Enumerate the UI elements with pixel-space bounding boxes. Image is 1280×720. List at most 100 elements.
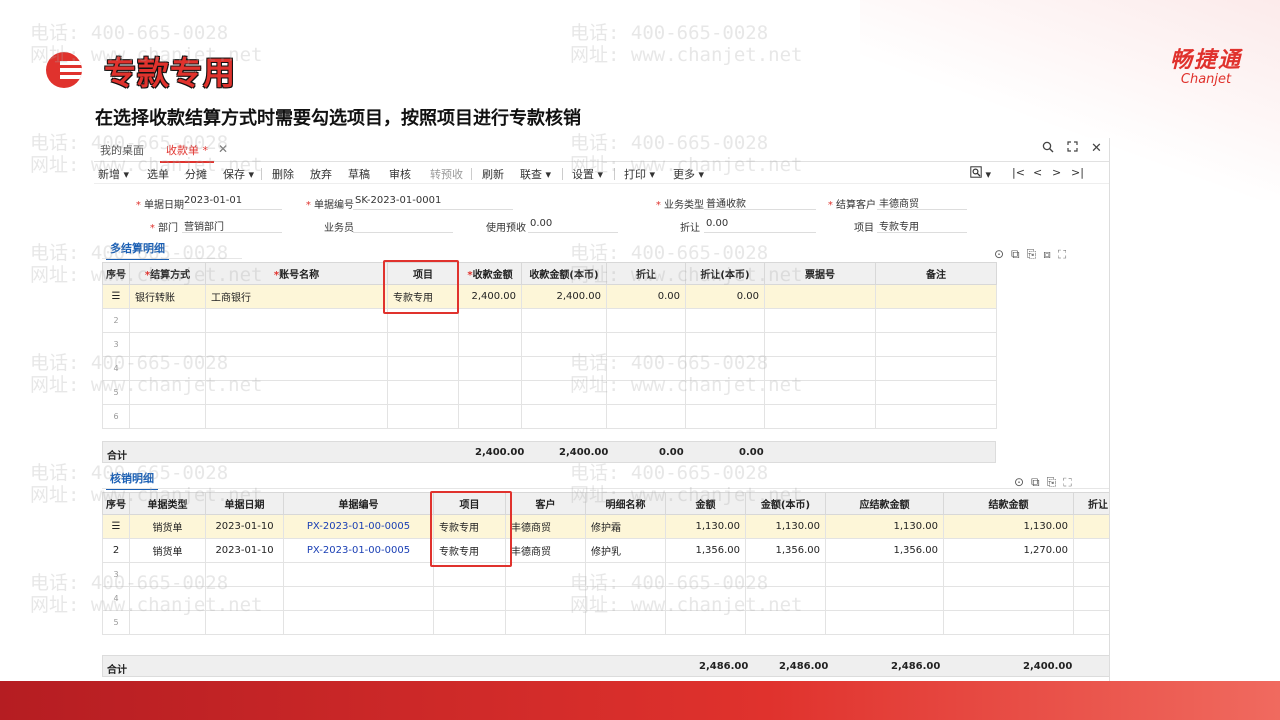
table-row[interactable]: 3 xyxy=(102,562,1109,587)
staff-field[interactable] xyxy=(353,218,453,233)
project-cell[interactable]: 专款专用 xyxy=(433,538,506,563)
item-name-cell[interactable]: 修护乳 xyxy=(585,538,666,563)
view-search-icon[interactable]: ▾ xyxy=(970,166,991,181)
doc-code-link[interactable]: PX-2023-01-00-0005 xyxy=(283,514,434,539)
doc-date-cell[interactable]: 2023-01-10 xyxy=(205,514,284,539)
last-record-icon[interactable]: >| xyxy=(1071,166,1084,179)
col-header: 客户 xyxy=(505,492,586,515)
table-row[interactable]: 4 xyxy=(102,356,997,381)
bill-no-cell[interactable] xyxy=(764,284,876,309)
settled-amount-cell[interactable]: 1,130.00 xyxy=(943,514,1074,539)
project-field[interactable]: 专款专用 xyxy=(877,218,967,233)
dept-field[interactable]: 营销部门 xyxy=(182,218,282,233)
table-row[interactable]: ☰ 银行转账 工商银行 专款专用 2,400.00 2,400.00 0.00 … xyxy=(102,284,997,309)
discount-field[interactable]: 0.00 xyxy=(704,218,816,233)
biz-type-field[interactable]: 普通收款 xyxy=(704,195,816,210)
more-button[interactable]: 更多 ▾ xyxy=(673,166,704,182)
customer-cell[interactable]: 丰德商贸 xyxy=(505,514,586,539)
refresh-button[interactable]: 刷新 xyxy=(482,166,504,182)
amount-cell[interactable]: 1,130.00 xyxy=(665,514,746,539)
table-row[interactable]: 4 xyxy=(102,586,1109,611)
settlement-grid: 序号 *结算方式 *账号名称 项目 *收款金额 收款金额(本币) 折让 折让(本… xyxy=(102,262,997,429)
search-icon[interactable] xyxy=(1042,141,1054,157)
col-header: 折让 xyxy=(606,262,686,285)
save-button[interactable]: 保存 ▾ xyxy=(223,166,254,182)
tab-desktop[interactable]: 我的桌面 xyxy=(100,142,144,158)
allocate-button[interactable]: 分摊 xyxy=(185,166,207,182)
col-header: 项目 xyxy=(433,492,506,515)
amount-local-cell[interactable]: 2,400.00 xyxy=(521,284,607,309)
prev-record-icon[interactable]: < xyxy=(1033,166,1042,179)
settlement-method-cell[interactable]: 银行转账 xyxy=(129,284,206,309)
next-record-icon[interactable]: > xyxy=(1052,166,1061,179)
account-name-cell[interactable]: 工商银行 xyxy=(205,284,388,309)
table-row[interactable]: 5 xyxy=(102,380,997,405)
doc-code-link[interactable]: PX-2023-01-00-0005 xyxy=(283,538,434,563)
settlement-total-row: 合计 2,400.00 2,400.00 0.00 0.00 xyxy=(102,441,996,463)
doc-no-field[interactable]: SK-2023-01-0001 xyxy=(353,195,513,210)
due-amount-cell[interactable]: 1,130.00 xyxy=(825,514,944,539)
close-icon[interactable]: ✕ xyxy=(1091,141,1102,156)
page-title: 专款专用 xyxy=(104,54,237,92)
discount-cell[interactable] xyxy=(1073,514,1109,539)
select-doc-button[interactable]: 选单 xyxy=(147,166,169,182)
to-prepayment-button[interactable]: 转预收 xyxy=(430,166,463,182)
table-row[interactable]: 6 xyxy=(102,404,997,429)
table-row[interactable]: 2 xyxy=(102,308,997,333)
delete-button[interactable]: 删除 xyxy=(272,166,294,182)
total-settled: 2,400.00 xyxy=(1023,661,1073,672)
maximize-icon[interactable] xyxy=(1067,141,1078,156)
item-name-cell[interactable]: 修护霜 xyxy=(585,514,666,539)
discount-local-cell[interactable]: 0.00 xyxy=(685,284,765,309)
row-menu-icon[interactable]: ☰ xyxy=(102,284,130,309)
doc-type-cell[interactable]: 销货单 xyxy=(129,514,206,539)
toolbar-divider xyxy=(562,168,563,180)
settings-button[interactable]: 设置 ▾ xyxy=(572,166,603,182)
first-record-icon[interactable]: |< xyxy=(1012,166,1025,179)
new-button[interactable]: 新增 ▾ xyxy=(98,166,129,182)
customer-cell[interactable]: 丰德商贸 xyxy=(505,538,586,563)
row-menu-icon[interactable]: ☰ xyxy=(102,514,130,539)
table-row[interactable]: 2 销货单 2023-01-10 PX-2023-01-00-0005 专款专用… xyxy=(102,538,1109,563)
footer-band xyxy=(0,681,1280,720)
discount-cell[interactable] xyxy=(1073,538,1109,563)
tab-receipt[interactable]: 收款单 * xyxy=(160,142,214,163)
writeoff-header-row: 序号 单据类型 单据日期 单据编号 项目 客户 明细名称 金额 金额(本币) 应… xyxy=(102,492,1109,515)
close-tab-icon[interactable]: ✕ xyxy=(218,142,228,156)
approve-button[interactable]: 审核 xyxy=(389,166,411,182)
row-number: 2 xyxy=(102,308,130,333)
col-header: 序号 xyxy=(102,262,130,285)
settlement-section-tab[interactable]: 多结算明细 xyxy=(106,240,169,260)
table-row[interactable]: 5 xyxy=(102,610,1109,635)
settled-amount-cell[interactable]: 1,270.00 xyxy=(943,538,1074,563)
discount-cell[interactable]: 0.00 xyxy=(606,284,686,309)
writeoff-section-tab[interactable]: 核销明细 xyxy=(106,470,158,490)
table-row[interactable]: 3 xyxy=(102,332,997,357)
doc-date-cell[interactable]: 2023-01-10 xyxy=(205,538,284,563)
customer-field[interactable]: 丰德商贸 xyxy=(877,195,967,210)
row-number: 4 xyxy=(102,356,130,381)
draft-button[interactable]: 草稿 xyxy=(348,166,370,182)
settlement-header-row: 序号 *结算方式 *账号名称 项目 *收款金额 收款金额(本币) 折让 折让(本… xyxy=(102,262,997,285)
project-cell[interactable]: 专款专用 xyxy=(387,284,459,309)
related-query-button[interactable]: 联查 ▾ xyxy=(520,166,551,182)
doc-type-cell[interactable]: 销货单 xyxy=(129,538,206,563)
due-amount-cell[interactable]: 1,356.00 xyxy=(825,538,944,563)
row-number: 2 xyxy=(102,538,130,563)
print-button[interactable]: 打印 ▾ xyxy=(624,166,655,182)
col-header: *结算方式 xyxy=(129,262,206,285)
date-field[interactable]: 2023-01-01 xyxy=(182,195,282,210)
amount-local-cell[interactable]: 1,130.00 xyxy=(745,514,826,539)
amount-cell[interactable]: 1,356.00 xyxy=(665,538,746,563)
prepay-field[interactable]: 0.00 xyxy=(528,218,618,233)
project-cell[interactable]: 专款专用 xyxy=(433,514,506,539)
biz-type-label: * 业务类型 xyxy=(655,200,704,211)
discard-button[interactable]: 放弃 xyxy=(310,166,332,182)
amount-local-cell[interactable]: 1,356.00 xyxy=(745,538,826,563)
amount-cell[interactable]: 2,400.00 xyxy=(458,284,522,309)
table-row[interactable]: ☰ 销货单 2023-01-10 PX-2023-01-00-0005 专款专用… xyxy=(102,514,1109,539)
grid-tool-icons[interactable]: ⊙⧉⎘⧈⛶ xyxy=(994,247,1073,262)
note-cell[interactable] xyxy=(875,284,997,309)
col-header: 单据日期 xyxy=(205,492,284,515)
grid-tool-icons[interactable]: ⊙⧉⎘⛶ xyxy=(1014,475,1079,490)
